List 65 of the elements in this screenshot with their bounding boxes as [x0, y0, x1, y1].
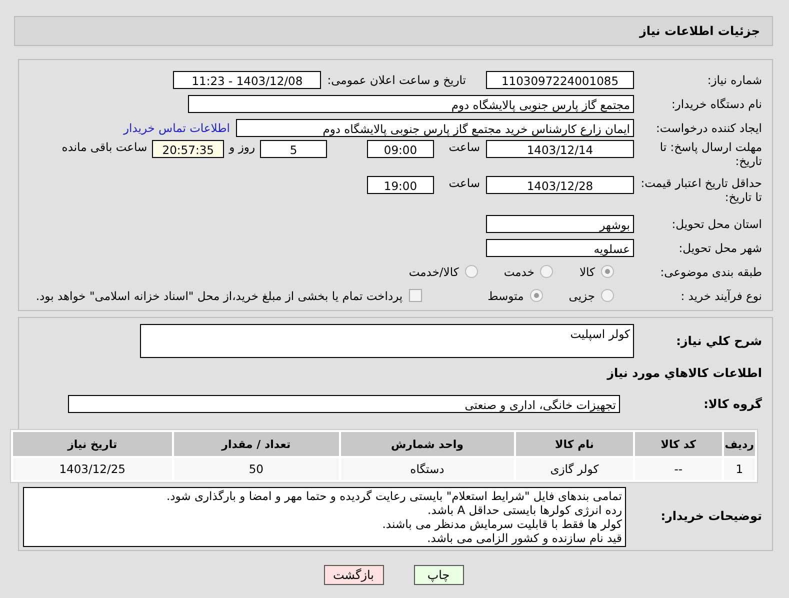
page-title: جزئیات اطلاعات نیاز	[639, 24, 760, 38]
time-label: ساعت	[448, 176, 481, 190]
province-field: بوشهر	[486, 214, 634, 232]
buyer-notes-field[interactable]	[23, 487, 626, 547]
field-label: شماره نیاز:	[706, 72, 763, 86]
radio-button[interactable]	[540, 265, 554, 278]
radio-label: جزیی	[568, 288, 596, 302]
back-button[interactable]: بازگشت	[324, 565, 384, 585]
field-label: نوع فرآیند خرید :	[680, 288, 763, 302]
field-label: ایجاد کننده درخواست:	[655, 120, 763, 134]
radio-button[interactable]	[464, 265, 478, 278]
creator-field: ایمان زارع کارشناس خرید مجتمع گاز پارس جنوبی پالایشگاه دوم	[236, 118, 634, 136]
buyer-field: مجتمع گاز پارس جنوبی پالایشگاه دوم	[188, 94, 634, 112]
buyer-contact-link[interactable]: اطلاعات تماس خریدار	[123, 120, 230, 134]
field-label: مهلت ارسال پاسخ: تا تاریخ:	[658, 140, 763, 168]
field-label: گروه کالا:	[702, 396, 763, 410]
announce-date-field: 1403/12/08 - 11:23	[173, 70, 322, 88]
deadline-time-field: 09:00	[367, 140, 434, 158]
column-header: کد کالا	[635, 432, 722, 456]
radio-button[interactable]	[530, 289, 543, 302]
section-heading: اطلاعات کالاهاي مورد نياز	[607, 366, 763, 380]
table-cell: دستگاه	[340, 458, 514, 480]
field-label: حداقل تاریخ اعتبار قیمت: تا تاریخ:	[640, 176, 763, 204]
radio-button[interactable]	[601, 265, 614, 278]
remaining-time-field: 20:57:35	[152, 140, 224, 158]
column-header: تعداد / مقدار	[174, 432, 339, 456]
column-header: نام کالا	[516, 432, 634, 456]
need-number-field: 1103097224001085	[486, 70, 634, 88]
notes-line: تمامی بندهای فایل "شرایط استعلام" بایستی رعایت گردیده و حتما مهر و امضا و بارگذاری شود.	[165, 489, 622, 503]
city-field: عسلویه	[486, 238, 634, 256]
radio-label: خدمت	[502, 264, 536, 278]
field-label: شرح کلي نياز:	[675, 334, 763, 348]
field-label: توضیحات خریدار:	[660, 509, 763, 523]
table-cell: --	[635, 458, 722, 480]
field-label: طبقه بندی موضوعی:	[659, 264, 763, 278]
radio-label: کالا/خدمت	[408, 264, 460, 278]
column-header: تاریخ نیاز	[13, 432, 172, 456]
radio-button[interactable]	[601, 289, 614, 302]
notes-line: رده انرژی کولرها بایستی حداقل A باشد.	[426, 503, 622, 517]
table-cell: 1	[724, 458, 755, 480]
radio-label: کالا	[578, 264, 596, 278]
remaining-label: ساعت باقی مانده	[60, 140, 148, 154]
field-label: استان محل تحویل:	[670, 216, 763, 230]
validity-date-field: 1403/12/28	[486, 176, 634, 194]
field-label: نام دستگاه خریدار:	[670, 96, 763, 110]
validity-time-field: 19:00	[367, 176, 434, 194]
radio-label: متوسط	[486, 288, 525, 302]
field-label: شهر محل تحویل:	[678, 240, 763, 254]
notes-line: قید نام سازنده و کشور الزامی می باشد.	[426, 531, 622, 545]
table-cell: 50	[174, 458, 339, 480]
checkbox[interactable]	[408, 289, 422, 302]
field-label: تاریخ و ساعت اعلان عمومی:	[326, 72, 467, 86]
description-field[interactable]: کولر اسپلیت	[140, 324, 634, 358]
print-button[interactable]: چاپ	[414, 565, 464, 585]
column-header: ردیف	[724, 432, 755, 456]
time-label: ساعت	[448, 140, 481, 154]
table-cell: کولر گازی	[516, 458, 634, 480]
goods-group-field: تجهیزات خانگی، اداری و صنعتی	[68, 394, 620, 412]
checkbox-label: پرداخت تمام یا بخشی از مبلغ خرید،از محل "اسناد خزانه اسلامی" خواهد بود.	[34, 288, 404, 302]
deadline-date-field: 1403/12/14	[486, 140, 634, 158]
table-cell: 1403/12/25	[13, 458, 172, 480]
days-field: 5	[260, 140, 327, 158]
notes-line: کولر ها فقط با قابلیت سرمایش مدنظر می باشند.	[381, 517, 622, 531]
days-label: روز و	[228, 140, 256, 154]
column-header: واحد شمارش	[340, 432, 514, 456]
